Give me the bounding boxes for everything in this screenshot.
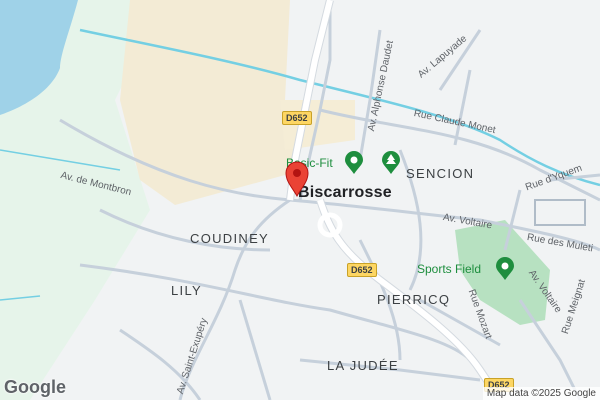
route-badge-d652-center: D652 — [347, 263, 377, 277]
sports-field-pin-icon[interactable] — [495, 257, 515, 281]
red-location-pin-icon[interactable] — [285, 161, 309, 197]
park-pin-icon[interactable] — [381, 151, 401, 175]
map-attribution: Map data ©2025 Google — [482, 387, 600, 400]
place-sencion: SENCION — [406, 166, 475, 181]
poi-sports-field-label[interactable]: Sports Field — [417, 262, 481, 276]
place-coudiney: COUDINEY — [190, 231, 270, 246]
place-lily: LILY — [171, 283, 202, 298]
fitness-pin-icon[interactable] — [344, 151, 364, 175]
route-badge-d652-north: D652 — [282, 111, 312, 125]
blocks — [534, 199, 586, 226]
map-view[interactable]: SENCION COUDINEY LILY PIERRICQ LA JUDÉE … — [0, 0, 600, 400]
place-pierricq: PIERRICQ — [377, 292, 451, 307]
city-label-biscarrosse: Biscarrosse — [298, 184, 392, 201]
place-la-judee: LA JUDÉE — [327, 358, 399, 373]
google-logo: Google — [4, 377, 66, 397]
